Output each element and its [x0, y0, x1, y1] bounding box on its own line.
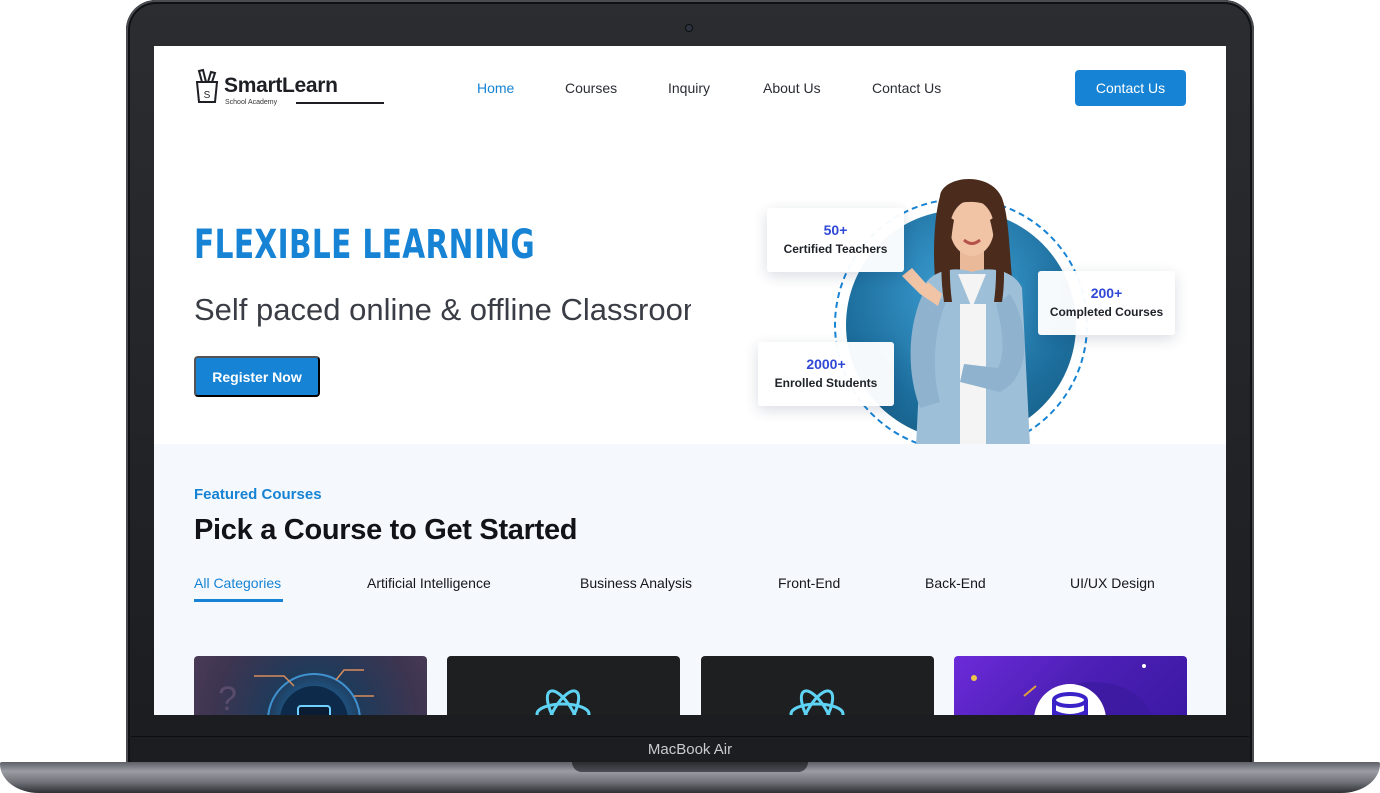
section-title: Pick a Course to Get Started [194, 514, 578, 546]
svg-text:?: ? [218, 680, 237, 715]
react-atom-icon [789, 689, 845, 715]
register-now-button[interactable]: Register Now [194, 356, 320, 397]
featured-courses-section: Featured Courses Pick a Course to Get St… [154, 444, 1226, 715]
website-screen: S SmartLearn School Academy Home Courses… [154, 46, 1226, 715]
svg-text:S: S [204, 90, 211, 101]
nav-home[interactable]: Home [477, 80, 514, 96]
stat-value: 50+ [823, 222, 848, 238]
database-icon [971, 664, 1153, 715]
stat-label: Enrolled Students [774, 376, 878, 390]
tab-back-end[interactable]: Back-End [925, 575, 986, 591]
active-tab-indicator [194, 599, 283, 602]
stat-value: 200+ [1090, 285, 1123, 301]
tab-business-analysis[interactable]: Business Analysis [580, 575, 692, 591]
hero-subtitle: Self paced online & offline Classroom [194, 292, 691, 327]
tab-artificial-intelligence[interactable]: Artificial Intelligence [367, 575, 491, 591]
tab-front-end[interactable]: Front-End [778, 575, 840, 591]
stat-card-courses: 200+ Completed Courses [1038, 271, 1175, 335]
brand-underline [296, 102, 384, 104]
laptop-notch [572, 762, 808, 772]
device-label: MacBook Air [647, 741, 733, 758]
stat-card-teachers: 50+ Certified Teachers [767, 208, 904, 272]
stat-card-students: 2000+ Enrolled Students [758, 342, 894, 406]
tab-all-categories[interactable]: All Categories [194, 575, 281, 591]
course-card[interactable] [701, 656, 934, 715]
tab-ui-ux-design[interactable]: UI/UX Design [1070, 575, 1155, 591]
stat-label: Certified Teachers [783, 242, 888, 256]
laptop-chin: MacBook Air [131, 736, 1249, 764]
stat-label: Completed Courses [1049, 305, 1164, 319]
react-atom-icon [535, 689, 591, 715]
nav-inquiry[interactable]: Inquiry [668, 80, 710, 96]
nav-about-us[interactable]: About Us [763, 80, 821, 96]
nav-contact-us[interactable]: Contact Us [872, 80, 941, 96]
pencil-cup-icon: S [195, 68, 219, 103]
ai-chip-icon: ? [218, 669, 374, 715]
course-card[interactable] [954, 656, 1187, 715]
course-card[interactable] [447, 656, 680, 715]
brand-tagline: School Academy [225, 99, 278, 106]
section-eyebrow: Featured Courses [194, 486, 322, 503]
camera-icon [686, 25, 692, 31]
nav-courses[interactable]: Courses [565, 80, 617, 96]
stat-value: 2000+ [806, 356, 846, 372]
contact-us-button[interactable]: Contact Us [1075, 70, 1186, 106]
brand-logo[interactable]: S SmartLearn School Academy [194, 68, 384, 108]
course-card[interactable]: ? [194, 656, 427, 715]
hero-title: FLEXIBLE LEARNING [194, 222, 536, 268]
brand-name: SmartLearn [224, 74, 338, 97]
